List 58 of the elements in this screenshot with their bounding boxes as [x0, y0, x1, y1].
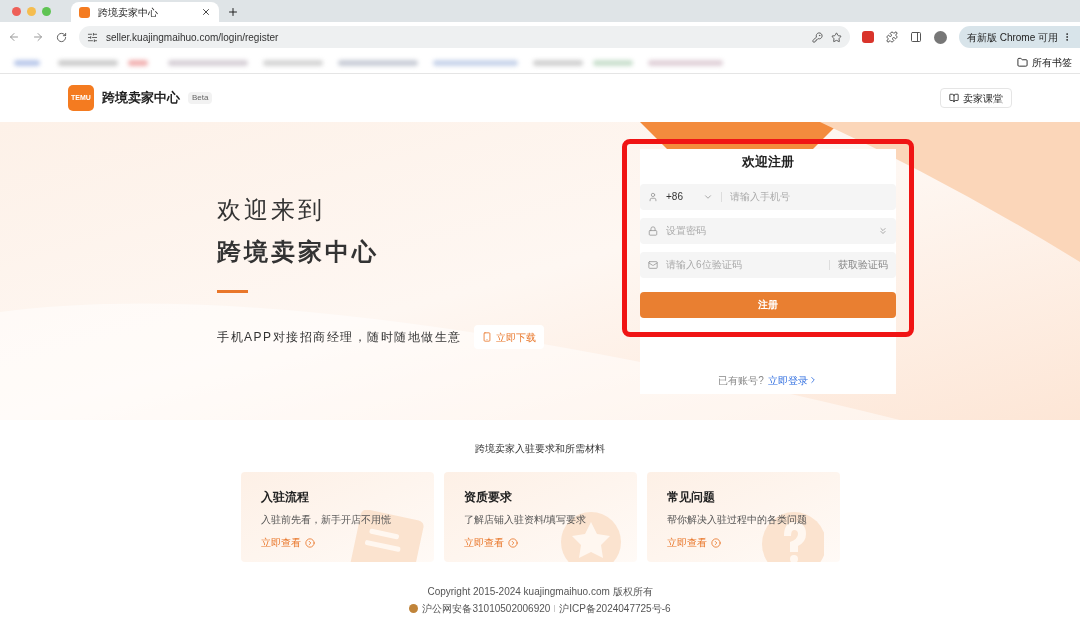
- code-placeholder: 请输入6位验证码: [666, 258, 743, 272]
- icp-record-link[interactable]: 沪ICP备2024047725号-6: [559, 601, 671, 616]
- side-panel-icon[interactable]: [909, 31, 922, 43]
- form-title: 欢迎注册: [741, 153, 795, 171]
- update-chrome-button[interactable]: 有新版 Chrome 可用: [958, 26, 1080, 48]
- key-icon[interactable]: [811, 31, 823, 43]
- info-card[interactable]: 入驻流程 入驻前先看，新手开店不用慌 立即查看: [240, 472, 434, 562]
- arrow-circle-icon: [304, 537, 315, 548]
- seller-classroom-button[interactable]: 卖家课堂: [940, 88, 1012, 108]
- code-field[interactable]: 请输入6位验证码 获取验证码: [640, 251, 896, 278]
- card-description: 帮你解决入驻过程中的各类问题: [666, 513, 808, 527]
- site-name: 跨境卖家中心: [102, 89, 180, 108]
- site-settings-icon[interactable]: [87, 31, 98, 43]
- tagline: 手机APP对接招商经理，随时随地做生意: [217, 329, 462, 346]
- welcome-text: 欢迎来到: [217, 195, 326, 225]
- info-card[interactable]: 常见问题 帮你解决入驻过程中的各类问题 立即查看: [646, 472, 840, 562]
- phone-field[interactable]: +86 请输入手机号: [640, 183, 896, 210]
- arrow-circle-icon: [710, 537, 721, 548]
- user-icon: [648, 191, 658, 202]
- hero-title: 跨境卖家中心: [217, 237, 380, 267]
- arrow-circle-icon: [507, 537, 518, 548]
- phone-icon: [481, 332, 492, 342]
- card-description: 了解店铺入驻资料/填写要求: [463, 513, 588, 527]
- police-record-link[interactable]: 沪公网安备31010502006920: [422, 601, 551, 616]
- get-code-button[interactable]: 获取验证码: [838, 257, 888, 272]
- info-card[interactable]: 资质要求 了解店铺入驻资料/填写要求 立即查看: [443, 472, 637, 562]
- card-title: 资质要求: [463, 489, 513, 506]
- reload-icon[interactable]: [56, 31, 67, 43]
- favicon-icon: [79, 6, 90, 18]
- lock-icon: [648, 225, 658, 236]
- beta-badge: Beta: [188, 92, 213, 104]
- copyright-text: Copyright 2015-2024 kuajingmaihuo.com 版权所有: [427, 585, 653, 599]
- card-title: 入驻流程: [260, 489, 310, 506]
- toggle-visibility-icon[interactable]: [878, 225, 888, 236]
- bookmark-star-icon[interactable]: [830, 31, 842, 43]
- profile-avatar[interactable]: [933, 30, 947, 44]
- mail-icon: [648, 259, 658, 270]
- browser-tab[interactable]: 跨境卖家中心: [71, 2, 219, 22]
- password-placeholder: 设置密码: [666, 224, 707, 238]
- close-tab-icon[interactable]: [201, 7, 211, 17]
- tab-title: 跨境卖家中心: [98, 5, 159, 20]
- close-window-icon[interactable]: [12, 6, 21, 16]
- card-title: 常见问题: [666, 489, 716, 506]
- extension-icon[interactable]: [861, 31, 874, 43]
- book-icon: [949, 93, 959, 103]
- address-bar[interactable]: seller.kuajingmaihuo.com/login/register: [79, 26, 850, 48]
- url-text: seller.kuajingmaihuo.com/login/register: [106, 30, 280, 45]
- police-badge-icon: [409, 604, 419, 613]
- all-bookmarks-label[interactable]: 所有书签: [1032, 55, 1072, 70]
- login-link[interactable]: 立即登录: [767, 372, 818, 388]
- country-code-select[interactable]: +86: [666, 189, 713, 204]
- requirements-title: 跨境卖家入驻要求和所需材料: [475, 442, 605, 456]
- folder-icon[interactable]: [1017, 57, 1028, 68]
- card-description: 入驻前先看，新手开店不用慌: [260, 513, 392, 527]
- have-account-text: 已有账号?: [718, 373, 764, 388]
- phone-placeholder: 请输入手机号: [729, 190, 790, 204]
- puzzle-icon[interactable]: [885, 31, 898, 43]
- new-tab-icon[interactable]: [227, 6, 239, 18]
